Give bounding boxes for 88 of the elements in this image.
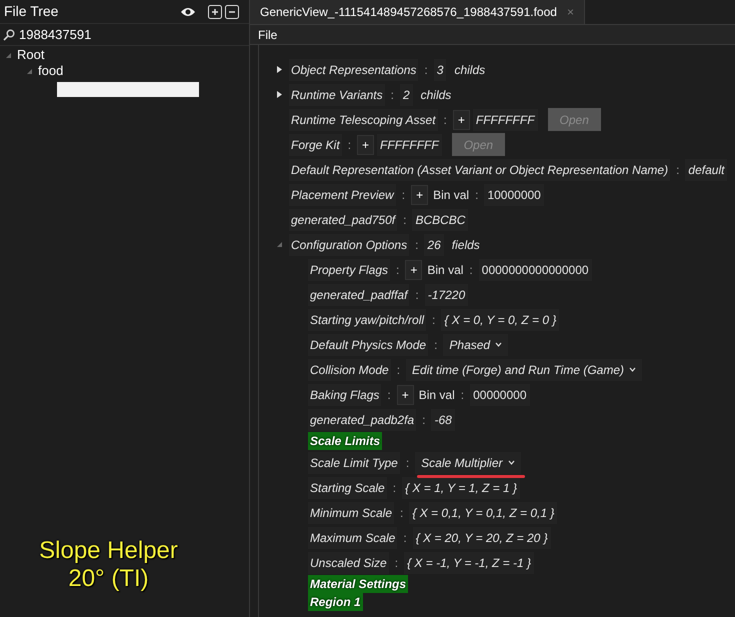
caption-text: 20° (TI) [68,565,149,593]
section-header: Region 1 [308,593,363,611]
field-value: { X = 0,1, Y = 0,1, Z = 0,1 } [409,502,558,524]
separator-text: : [392,480,398,496]
separator-text: : [399,504,404,522]
search-icon [3,28,15,40]
section-header: Material Settings [308,575,408,593]
field-value: { X = 1, Y = 1, Z = 1 } [402,476,520,498]
field-label: Object Representations [289,58,418,80]
field-value: -68 [431,408,455,430]
field-value: 3 [434,58,446,80]
field-label: Placement Preview [289,184,396,206]
field-value: BCBCBC [412,208,468,230]
add-button[interactable]: + [411,184,428,204]
field-label: Forge Kit [289,134,342,156]
separator-text: : [421,412,426,428]
field-value: FFFFFFFF [472,108,538,130]
field-label: Property Flags [308,258,390,280]
field-label: Starting yaw/pitch/roll [308,308,426,330]
field-label: Baking Flags [308,384,382,406]
separator-text: : [400,186,406,204]
separator-text: : [394,554,400,572]
field-value: { X = -1, Y = -1, Z = -1 } [404,552,534,574]
field-label: Configuration Options [289,234,410,256]
file-tab[interactable]: GenericView_-111541489457268576_1988437591.food × [250,0,585,24]
separator-text: : [423,62,429,78]
eye-icon [180,6,196,18]
expand-all-icon [208,4,222,18]
chevron-down-icon [508,460,515,465]
separator-text: : [468,262,474,278]
separator-text: : [402,212,408,228]
field-label: Runtime Telescoping Asset [289,108,438,130]
add-button[interactable]: + [396,384,414,404]
field-label: generated_pad750f [289,208,398,230]
field-label: Maximum Scale [308,526,398,548]
field-value: FFFFFFFF [377,134,442,156]
dropdown[interactable]: Edit time (Forge) and Run Time (Game) [406,358,642,380]
field-value: 26 [424,234,444,256]
bin-label: Bin val [427,262,464,278]
bin-label: Bin val [418,386,455,404]
field-label: Default Physics Mode [308,334,428,356]
field-label: Default Representation (Asset Variant or Object Representation Name) [289,158,670,180]
caption-text: Slope Helper [39,537,178,565]
unit-text: fields [452,236,480,254]
collapse-all-icon [225,4,239,18]
unit-text: childs [454,62,486,78]
separator-text: : [395,262,400,278]
field-label: Unscaled Size [308,552,389,574]
unit-text: childs [420,86,452,104]
separator-text: : [414,236,420,254]
panel-title: File Tree [4,2,58,21]
field-label: Runtime Variants [289,84,385,106]
menu-item[interactable]: File [258,26,278,44]
chevron-down-icon [495,342,502,347]
field-value: 0000000000000000 [478,258,592,280]
separator-text: : [675,162,680,178]
separator-text: : [460,386,466,404]
field-label: Starting Scale [308,476,387,498]
separator-text: : [431,312,436,328]
dropdown[interactable]: Phased [443,334,508,356]
field-value: 00000000 [470,384,530,406]
field-value: -17220 [424,284,468,306]
field-value: { X = 0, Y = 0, Z = 0 } [441,308,560,330]
separator-text: : [414,286,420,304]
field-label: Scale Limit Type [308,452,400,474]
add-button[interactable]: + [405,260,422,280]
field-label: Minimum Scale [308,502,394,524]
separator-text: : [390,86,395,104]
separator-text: : [346,136,352,154]
separator-text: : [474,186,480,204]
field-value: 2 [400,84,413,106]
blank-field[interactable] [57,82,199,97]
separator-text: : [386,386,392,404]
separator-text: : [433,336,438,354]
field-value: 10000000 [484,184,544,206]
chevron-down-icon [629,367,636,372]
field-label: generated_padffaf [308,284,410,306]
separator-text: : [402,530,408,546]
field-value: default [685,158,728,180]
field-value: { X = 20, Y = 20, Z = 20 } [412,526,551,548]
separator-text: : [442,112,448,128]
separator-text: : [396,362,402,378]
field-label: Collision Mode [308,358,391,380]
bin-label: Bin val [433,186,470,204]
section-header: Scale Limits [308,432,382,450]
separator-text: : [404,454,410,472]
field-label: generated_padb2fa [308,408,416,430]
search-field[interactable]: 1988437591 [0,24,249,46]
